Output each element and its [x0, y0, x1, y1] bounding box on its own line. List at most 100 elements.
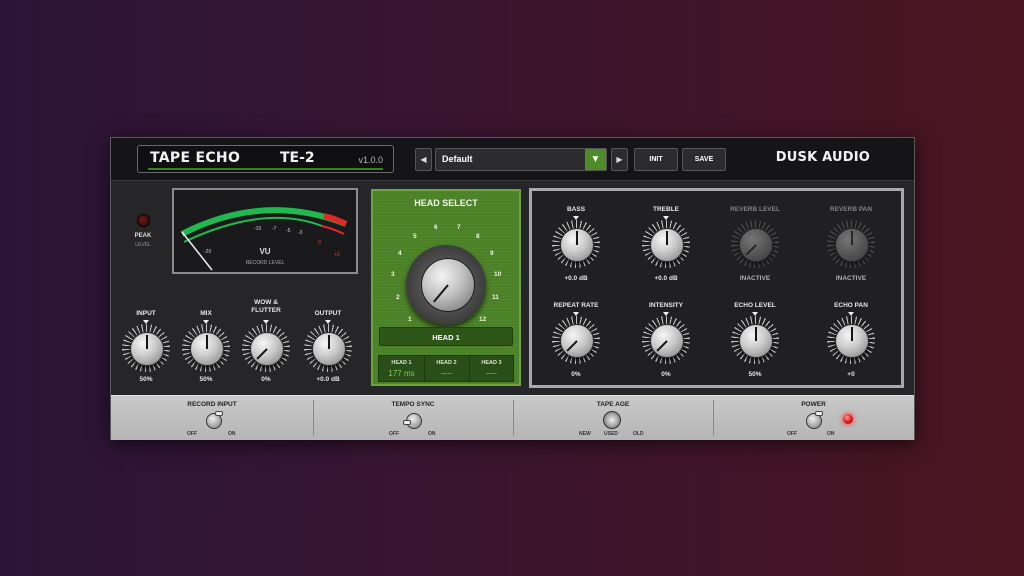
power-led: [843, 414, 853, 424]
reverb-level-knob[interactable]: [739, 228, 773, 262]
tape-age-selector[interactable]: [603, 411, 621, 429]
output-knob-label: OUTPUT: [314, 310, 342, 317]
head-position-label: 7: [457, 224, 461, 231]
vu-tick: -5: [286, 228, 291, 234]
power-section: POWER OFF ON: [713, 396, 914, 440]
init-button[interactable]: INIT: [634, 148, 678, 171]
plugin-name-box: TAPE ECHO TE-2 v1.0.0: [137, 145, 394, 173]
preset-name: Default: [442, 154, 473, 164]
head-3-name: HEAD 3: [481, 360, 502, 366]
prev-preset-button[interactable]: ◀: [415, 148, 432, 171]
head-3-cell: HEAD 3 -----: [469, 356, 514, 381]
head-select-panel: HEAD SELECT 1 2 3 4 5 6 7 8 9 10 11 12 H…: [371, 189, 521, 386]
bass-value: +0.0 dB: [564, 275, 588, 282]
tape-age-label: TAPE AGE: [596, 401, 630, 408]
vu-tick: 0: [318, 240, 321, 246]
record-input-label: RECORD INPUT: [187, 401, 237, 408]
tone-echo-panel: BASS +0.0 dB TREBLE +0.0 dB REVERB LEVEL…: [529, 188, 904, 388]
peak-sublabel: LEVEL: [135, 242, 151, 248]
output-knob[interactable]: [312, 332, 346, 366]
toggle-lever: [815, 411, 823, 416]
head-times-grid: HEAD 1 177 ms HEAD 2 ----- HEAD 3 -----: [378, 355, 514, 382]
echo-pan-value: +0: [847, 371, 855, 378]
head-position-label: 8: [476, 233, 480, 240]
head-position-label: 9: [490, 250, 494, 257]
on-label: ON: [428, 431, 436, 437]
head-position-label: 10: [494, 271, 502, 278]
tape-age-section: TAPE AGE NEW USED OLD: [513, 396, 713, 440]
repeat-rate-value: 0%: [571, 371, 581, 378]
head-1-name: HEAD 1: [391, 360, 412, 366]
header-bar: TAPE ECHO TE-2 v1.0.0 ◀ Default ▼ ▶ INIT…: [111, 138, 914, 181]
repeat-rate-knob[interactable]: [560, 324, 594, 358]
power-label: POWER: [801, 401, 826, 408]
bass-knob-label: BASS: [566, 206, 586, 213]
reverb-level-value: INACTIVE: [739, 275, 771, 282]
echo-pan-knob[interactable]: [835, 324, 869, 358]
brand-logo: DUSK AUDIO: [775, 150, 870, 165]
vu-meter: -20 -10 -7 -5 -3 0 +3 VU RECORD LEVEL: [172, 188, 358, 274]
off-label: OFF: [187, 431, 197, 437]
vu-tick: -7: [272, 226, 277, 232]
head-position-label: 5: [413, 233, 417, 240]
save-button[interactable]: SAVE: [682, 148, 726, 171]
treble-knob[interactable]: [650, 228, 684, 262]
plugin-model: TE-2: [280, 150, 315, 166]
head-2-time: -----: [441, 370, 452, 377]
preset-selector[interactable]: Default ▼: [435, 148, 607, 171]
head-selected-display: HEAD 1: [379, 327, 513, 346]
off-label: OFF: [389, 431, 399, 437]
echo-level-knob[interactable]: [739, 324, 773, 358]
head-position-label: 11: [492, 294, 499, 301]
on-label: ON: [827, 431, 835, 437]
tape-echo-plugin: TAPE ECHO TE-2 v1.0.0 ◀ Default ▼ ▶ INIT…: [110, 137, 915, 440]
head-position-label: 6: [434, 224, 438, 231]
next-preset-button[interactable]: ▶: [611, 148, 628, 171]
intensity-knob-label: INTENSITY: [649, 302, 683, 309]
peak-led: [137, 214, 150, 227]
head-select-knob[interactable]: [421, 258, 475, 312]
vu-sublabel: RECORD LEVEL: [245, 260, 285, 266]
vu-tick: -3: [298, 230, 303, 236]
plugin-version: v1.0.0: [358, 155, 383, 165]
reverb-pan-knob-label: REVERB PAN: [829, 206, 873, 213]
on-label: ON: [228, 431, 236, 437]
treble-knob-label: TREBLE: [653, 206, 679, 213]
reverb-pan-value: INACTIVE: [835, 275, 867, 282]
head-3-time: -----: [486, 370, 497, 377]
wow-flutter-knob[interactable]: [250, 332, 284, 366]
output-value: +0.0 dB: [316, 376, 340, 383]
echo-level-knob-label: ECHO LEVEL: [734, 302, 776, 309]
vu-tick: -10: [254, 226, 262, 232]
intensity-knob[interactable]: [650, 324, 684, 358]
vu-label: VU: [259, 247, 271, 256]
bass-knob[interactable]: [560, 228, 594, 262]
name-underline: [148, 168, 383, 170]
head-position-label: 4: [398, 250, 402, 257]
record-input-section: RECORD INPUT OFF ON: [111, 396, 313, 440]
off-label: OFF: [787, 431, 797, 437]
head-1-time: 177 ms: [388, 369, 415, 378]
new-label: NEW: [579, 431, 591, 437]
echo-pan-knob-label: ECHO PAN: [834, 302, 868, 309]
mix-knob[interactable]: [190, 332, 224, 366]
toggle-lever: [215, 411, 223, 416]
intensity-value: 0%: [661, 371, 671, 378]
plugin-name: TAPE ECHO: [150, 150, 241, 166]
head-position-label: 2: [396, 294, 400, 301]
reverb-level-knob-label: REVERB LEVEL: [730, 206, 780, 213]
chevron-down-icon[interactable]: ▼: [585, 149, 606, 170]
head-1-cell: HEAD 1 177 ms: [379, 356, 425, 381]
toggle-lever: [403, 420, 411, 425]
peak-label: PEAK: [134, 233, 152, 239]
head-position-label: 12: [479, 316, 487, 323]
echo-level-value: 50%: [748, 371, 762, 378]
input-knob[interactable]: [130, 332, 164, 366]
head-position-label: 3: [391, 271, 395, 278]
head-2-name: HEAD 2: [436, 360, 457, 366]
treble-value: +0.0 dB: [654, 275, 678, 282]
old-label: OLD: [633, 431, 644, 437]
reverb-pan-knob[interactable]: [835, 228, 869, 262]
head-2-cell: HEAD 2 -----: [424, 356, 470, 381]
head-select-title: HEAD SELECT: [414, 198, 478, 208]
